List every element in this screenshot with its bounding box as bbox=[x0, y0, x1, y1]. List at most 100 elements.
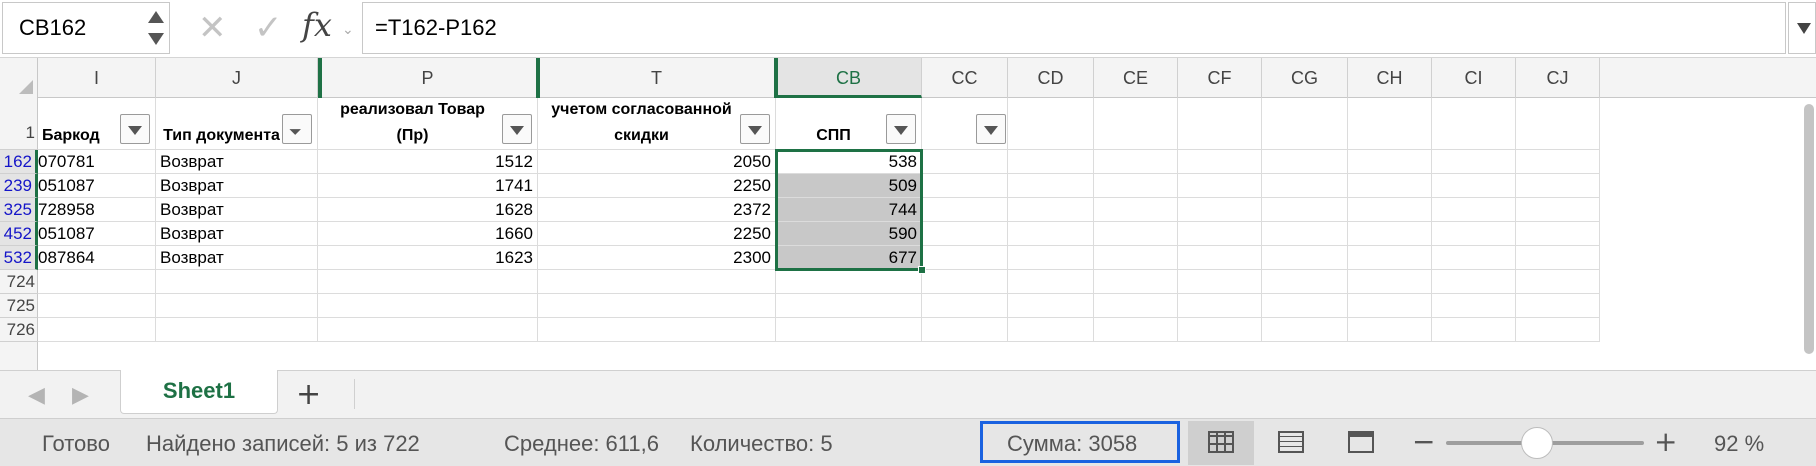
cell-barcode[interactable]: 051087 bbox=[38, 174, 156, 198]
zoom-slider-thumb[interactable] bbox=[1521, 427, 1554, 459]
empty-cell[interactable] bbox=[538, 318, 776, 342]
empty-cell[interactable] bbox=[1094, 198, 1178, 222]
empty-cell[interactable] bbox=[922, 318, 1008, 342]
cell-wb-sold[interactable]: 1623 bbox=[318, 246, 538, 270]
empty-cell[interactable] bbox=[1432, 150, 1516, 174]
vertical-scrollbar[interactable] bbox=[1804, 104, 1814, 354]
empty-cell[interactable] bbox=[1178, 294, 1262, 318]
empty-cell[interactable] bbox=[1348, 98, 1432, 150]
empty-cell[interactable] bbox=[1008, 150, 1094, 174]
column-header-cd[interactable]: CD bbox=[1008, 58, 1094, 98]
empty-cell[interactable] bbox=[1178, 246, 1262, 270]
empty-cell[interactable] bbox=[1178, 270, 1262, 294]
status-sum-highlight[interactable]: Сумма: 3058 bbox=[980, 421, 1180, 463]
empty-cell[interactable] bbox=[1432, 174, 1516, 198]
empty-cell[interactable] bbox=[1432, 198, 1516, 222]
empty-cell[interactable] bbox=[1008, 294, 1094, 318]
cell-retail-price[interactable]: 2050 bbox=[538, 150, 776, 174]
cell-retail-price[interactable]: 2372 bbox=[538, 198, 776, 222]
row-header-724[interactable]: 724 bbox=[0, 270, 38, 294]
empty-cell[interactable] bbox=[922, 270, 1008, 294]
chevron-left-icon[interactable]: ◀ bbox=[28, 383, 45, 408]
zoom-level[interactable]: 92 % bbox=[1714, 431, 1764, 457]
empty-cell[interactable] bbox=[1262, 222, 1348, 246]
check-icon[interactable]: ✓ bbox=[254, 8, 283, 48]
empty-cell[interactable] bbox=[1262, 198, 1348, 222]
empty-cell[interactable] bbox=[1516, 98, 1600, 150]
empty-cell[interactable] bbox=[1348, 198, 1432, 222]
cell-barcode[interactable]: 070781 bbox=[38, 150, 156, 174]
empty-cell[interactable] bbox=[1516, 318, 1600, 342]
empty-cell[interactable] bbox=[1178, 174, 1262, 198]
select-all-corner[interactable] bbox=[0, 58, 38, 98]
empty-cell[interactable] bbox=[1516, 198, 1600, 222]
insert-function-button[interactable]: fx bbox=[302, 6, 332, 44]
zoom-out-button[interactable]: − bbox=[1412, 425, 1435, 458]
empty-cell[interactable] bbox=[1008, 222, 1094, 246]
empty-cell[interactable] bbox=[776, 318, 922, 342]
cell-area[interactable]: Баркод Тип документа ⏷ Вайлдберриз реализов… bbox=[38, 98, 1816, 370]
cell-wb-sold[interactable]: 1741 bbox=[318, 174, 538, 198]
empty-cell[interactable] bbox=[1008, 98, 1094, 150]
empty-cell[interactable] bbox=[1348, 174, 1432, 198]
cell-spp[interactable]: 509 bbox=[776, 174, 922, 198]
empty-cell[interactable] bbox=[156, 318, 318, 342]
empty-cell[interactable] bbox=[1262, 98, 1348, 150]
empty-cell[interactable] bbox=[922, 150, 1008, 174]
empty-cell[interactable] bbox=[1262, 270, 1348, 294]
empty-cell[interactable] bbox=[1094, 270, 1178, 294]
empty-cell[interactable] bbox=[38, 318, 156, 342]
empty-cell[interactable] bbox=[1008, 198, 1094, 222]
formula-expand-button[interactable] bbox=[1788, 2, 1816, 54]
empty-cell[interactable] bbox=[1262, 294, 1348, 318]
empty-cell[interactable] bbox=[1516, 294, 1600, 318]
empty-cell[interactable] bbox=[922, 198, 1008, 222]
status-average[interactable]: Среднее: 611,6 bbox=[504, 431, 659, 457]
empty-cell[interactable] bbox=[1094, 174, 1178, 198]
empty-cell[interactable] bbox=[1432, 222, 1516, 246]
add-sheet-button[interactable]: + bbox=[296, 377, 321, 412]
empty-cell[interactable] bbox=[1178, 150, 1262, 174]
empty-cell[interactable] bbox=[156, 270, 318, 294]
filter-button-wb-sold[interactable] bbox=[502, 114, 532, 144]
normal-view-button[interactable] bbox=[1188, 421, 1254, 465]
cell-doc-type[interactable]: Возврат bbox=[156, 246, 318, 270]
zoom-in-button[interactable]: + bbox=[1654, 425, 1677, 458]
empty-cell[interactable] bbox=[1432, 294, 1516, 318]
empty-cell[interactable] bbox=[1008, 246, 1094, 270]
column-header-ce[interactable]: CE bbox=[1094, 58, 1178, 98]
cell-doc-type[interactable]: Возврат bbox=[156, 198, 318, 222]
empty-cell[interactable] bbox=[1094, 98, 1178, 150]
cell-retail-price[interactable]: 2250 bbox=[538, 222, 776, 246]
row-header-452[interactable]: 452 bbox=[0, 222, 38, 246]
empty-cell[interactable] bbox=[1432, 318, 1516, 342]
empty-cell[interactable] bbox=[538, 294, 776, 318]
row-header-725[interactable]: 725 bbox=[0, 294, 38, 318]
empty-cell[interactable] bbox=[1094, 294, 1178, 318]
chevron-up-icon[interactable] bbox=[148, 11, 164, 23]
empty-cell[interactable] bbox=[1516, 270, 1600, 294]
cell-spp[interactable]: 538 bbox=[776, 150, 922, 174]
fill-handle[interactable] bbox=[918, 266, 926, 274]
close-icon[interactable]: ✕ bbox=[198, 8, 227, 48]
cell-barcode[interactable]: 051087 bbox=[38, 222, 156, 246]
column-header-j[interactable]: J bbox=[156, 58, 318, 98]
empty-cell[interactable] bbox=[1432, 270, 1516, 294]
sheet-tab-sheet1[interactable]: Sheet1 bbox=[120, 370, 278, 414]
empty-cell[interactable] bbox=[922, 98, 1008, 150]
empty-cell[interactable] bbox=[1348, 294, 1432, 318]
empty-cell[interactable] bbox=[1094, 150, 1178, 174]
cell-wb-sold[interactable]: 1512 bbox=[318, 150, 538, 174]
empty-cell[interactable] bbox=[538, 270, 776, 294]
empty-cell[interactable] bbox=[1516, 174, 1600, 198]
chevron-down-icon[interactable]: ⌄ bbox=[342, 22, 354, 38]
chevron-right-icon[interactable]: ▶ bbox=[72, 383, 89, 408]
formula-input[interactable]: =T162-P162 bbox=[362, 2, 1786, 54]
empty-cell[interactable] bbox=[922, 174, 1008, 198]
row-header-325[interactable]: 325 bbox=[0, 198, 38, 222]
empty-cell[interactable] bbox=[1178, 222, 1262, 246]
empty-cell[interactable] bbox=[1008, 318, 1094, 342]
empty-cell[interactable] bbox=[776, 294, 922, 318]
page-layout-icon[interactable] bbox=[1278, 431, 1304, 453]
column-header-ci[interactable]: CI bbox=[1432, 58, 1516, 98]
